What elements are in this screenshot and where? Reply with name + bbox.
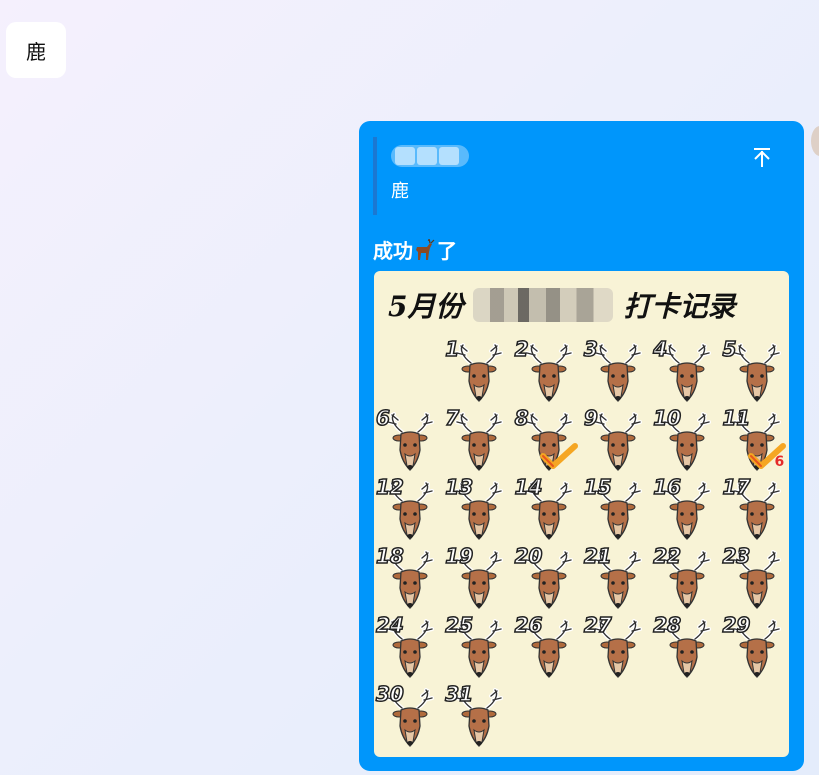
calendar-day-cell: 18: [374, 543, 440, 612]
deer-emoji-icon: [416, 239, 435, 260]
calendar-day-number: 3: [583, 336, 598, 362]
calendar-day-cell: 29: [721, 612, 787, 681]
calendar-day-cell: 5: [721, 336, 787, 405]
calendar-day-cell: 4: [651, 336, 717, 405]
calendar-day-number: 23: [722, 543, 751, 569]
calendar-day-cell: 9: [582, 405, 648, 474]
calendar-day-number: 20: [514, 543, 543, 569]
calendar-day-number: 25: [445, 612, 474, 638]
calendar-day-cell: 2: [513, 336, 579, 405]
quoted-message-text: 鹿: [391, 181, 409, 202]
calendar-day-cell: 31: [443, 681, 509, 750]
left-message-text: 鹿: [26, 39, 46, 64]
calendar-day-number: 27: [583, 612, 612, 638]
calendar-day-number: 5: [722, 336, 737, 362]
blurred-username: [473, 288, 614, 322]
calendar-day-number: 10: [652, 405, 682, 431]
arrow-up-bar-icon[interactable]: [750, 145, 774, 169]
calendar-day-number: 16: [652, 474, 682, 500]
calendar-day-cell: 6: [374, 405, 440, 474]
calendar-day-number: 19: [445, 543, 474, 569]
calendar-day-cell: 22: [651, 543, 717, 612]
calendar-day-cell: 11 6: [721, 405, 787, 474]
calendar-day-cell: 28: [651, 612, 717, 681]
calendar-day-number: 26: [514, 612, 543, 638]
calendar-day-number: 15: [583, 474, 612, 500]
quoted-sender-blurred: [391, 145, 469, 167]
calendar-day-number: 31: [445, 681, 474, 707]
calendar-day-number: 4: [652, 336, 668, 362]
calendar-day-number: 18: [375, 543, 404, 569]
calendar-day-cell: 27: [582, 612, 648, 681]
calendar-day-number: 9: [583, 405, 598, 431]
message-bubble[interactable]: 鹿 成功 了 5月份 打卡记录 1 2 3 4 5 6 7 8 9 10 11 …: [359, 121, 804, 771]
calendar-day-cell: 13: [443, 474, 509, 543]
checkin-calendar-image[interactable]: 5月份 打卡记录 1 2 3 4 5 6 7 8 9 10 11 6 12 13…: [374, 271, 789, 757]
calendar-day-cell: 15: [582, 474, 648, 543]
caption-suffix: 了: [437, 239, 457, 263]
message-caption: 成功 了: [373, 235, 457, 264]
calendar-day-number: 7: [445, 405, 460, 431]
calendar-day-number: 1: [445, 336, 460, 362]
caption-text: 成功: [373, 239, 413, 263]
checkin-count-badge: 6: [774, 454, 785, 470]
calendar-title-suffix: 打卡记录: [623, 290, 736, 323]
calendar-day-number: 2: [514, 336, 529, 362]
calendar-day-cell: 24: [374, 612, 440, 681]
calendar-day-cell: 25: [443, 612, 509, 681]
left-message-bubble[interactable]: 鹿: [6, 22, 66, 78]
calendar-day-cell: 3: [582, 336, 648, 405]
calendar-day-cell: 30: [374, 681, 440, 750]
calendar-day-number: 30: [375, 681, 404, 707]
calendar-day-cell: 12: [374, 474, 440, 543]
checkmark-icon: [539, 443, 578, 469]
calendar-day-number: 8: [514, 405, 529, 431]
calendar-title-prefix: 5月份: [388, 290, 464, 323]
calendar-day-number: 22: [652, 543, 682, 569]
calendar-day-cell: 23: [721, 543, 787, 612]
calendar-day-number: 12: [375, 474, 404, 500]
calendar-day-cell: 26: [513, 612, 579, 681]
calendar-day-number: 24: [375, 612, 404, 638]
calendar-day-number: 21: [583, 543, 612, 569]
calendar-day-number: 17: [722, 474, 751, 500]
calendar-day-number: 14: [514, 474, 543, 500]
calendar-day-cell: 16: [651, 474, 717, 543]
calendar-day-number: 28: [652, 612, 682, 638]
calendar-day-number: 6: [375, 405, 390, 431]
calendar-day-cell: 17: [721, 474, 787, 543]
calendar-day-number: 29: [722, 612, 751, 638]
calendar-title: 5月份 打卡记录: [388, 285, 736, 325]
calendar-day-cell: 19: [443, 543, 509, 612]
calendar-day-cell: 14: [513, 474, 579, 543]
calendar-day-cell: 8: [513, 405, 579, 474]
avatar[interactable]: [811, 126, 819, 156]
reply-quote[interactable]: 鹿: [373, 137, 787, 215]
calendar-day-cell: 7: [443, 405, 509, 474]
calendar-day-cell: 20: [513, 543, 579, 612]
calendar-day-cell: 1: [443, 336, 509, 405]
calendar-day-cell: 10: [651, 405, 717, 474]
calendar-day-cell: 21: [582, 543, 648, 612]
calendar-day-number: 13: [445, 474, 474, 500]
calendar-day-number: 11: [722, 405, 751, 431]
